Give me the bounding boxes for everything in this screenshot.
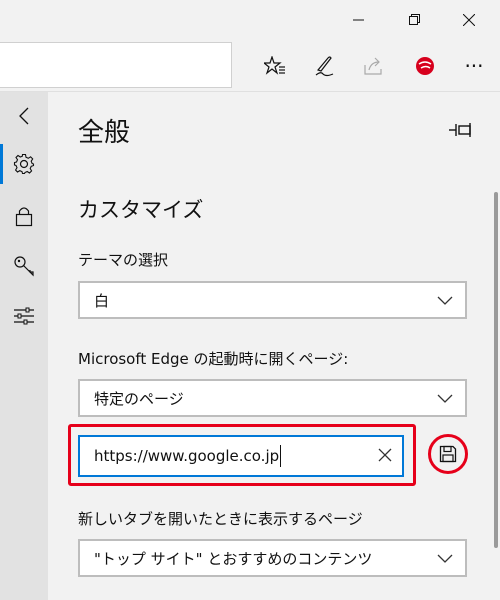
settings-panel: 全般 カスタマイズ テーマの選択 白 Microsoft Edge の起動時に開… — [48, 92, 500, 600]
rail-item-advanced[interactable] — [0, 296, 48, 336]
more-button[interactable]: ··· — [456, 47, 492, 85]
favorites-button[interactable] — [257, 47, 293, 85]
favorites-icon — [264, 56, 285, 75]
close-button[interactable] — [446, 0, 492, 40]
clear-icon[interactable] — [376, 446, 394, 464]
newtab-value: "トップ サイト" とおすすめのコンテンツ — [94, 549, 373, 568]
pin-icon[interactable] — [448, 120, 474, 140]
url-value: https://www.google.co.jp — [94, 447, 280, 465]
rail-item-general[interactable] — [0, 144, 48, 184]
back-button[interactable] — [0, 96, 48, 136]
minimize-icon — [353, 19, 364, 21]
sliders-icon — [14, 307, 34, 325]
theme-value: 白 — [94, 291, 110, 310]
address-bar[interactable] — [0, 42, 232, 88]
restore-icon — [409, 14, 420, 25]
minimize-button[interactable] — [336, 0, 382, 40]
rail-item-passwords[interactable] — [0, 246, 48, 286]
trend-micro-icon — [416, 57, 434, 75]
save-button[interactable] — [428, 434, 468, 474]
back-icon — [19, 107, 29, 125]
startup-select[interactable]: 特定のページ — [78, 379, 467, 417]
theme-select[interactable]: 白 — [78, 281, 467, 319]
restore-button[interactable] — [392, 0, 438, 40]
share-icon — [364, 57, 382, 75]
close-icon — [463, 14, 475, 26]
trend-micro-button[interactable] — [407, 47, 443, 85]
title-bar — [0, 0, 500, 40]
notes-pen-icon — [315, 56, 334, 77]
share-button[interactable] — [356, 47, 392, 85]
newtab-label: 新しいタブを開いたときに表示するページ — [78, 510, 363, 528]
chevron-down-icon — [437, 554, 453, 563]
scrollbar[interactable] — [494, 192, 498, 548]
gear-icon — [13, 153, 35, 175]
text-caret — [280, 445, 282, 467]
lock-icon — [15, 207, 33, 227]
notes-button[interactable] — [306, 47, 342, 85]
startup-value: 特定のページ — [94, 389, 184, 408]
section-heading: カスタマイズ — [78, 198, 204, 222]
startup-label: Microsoft Edge の起動時に開くページ: — [78, 350, 349, 368]
key-icon — [14, 256, 34, 277]
chevron-down-icon — [437, 296, 453, 305]
rail-item-privacy[interactable] — [0, 196, 48, 236]
page-title: 全般 — [78, 118, 131, 148]
startup-url-input[interactable]: https://www.google.co.jp — [78, 435, 404, 477]
more-icon: ··· — [464, 54, 484, 78]
newtab-select[interactable]: "トップ サイト" とおすすめのコンテンツ — [78, 539, 467, 577]
save-icon — [439, 445, 457, 463]
theme-label: テーマの選択 — [78, 251, 169, 269]
chevron-down-icon — [437, 394, 453, 403]
